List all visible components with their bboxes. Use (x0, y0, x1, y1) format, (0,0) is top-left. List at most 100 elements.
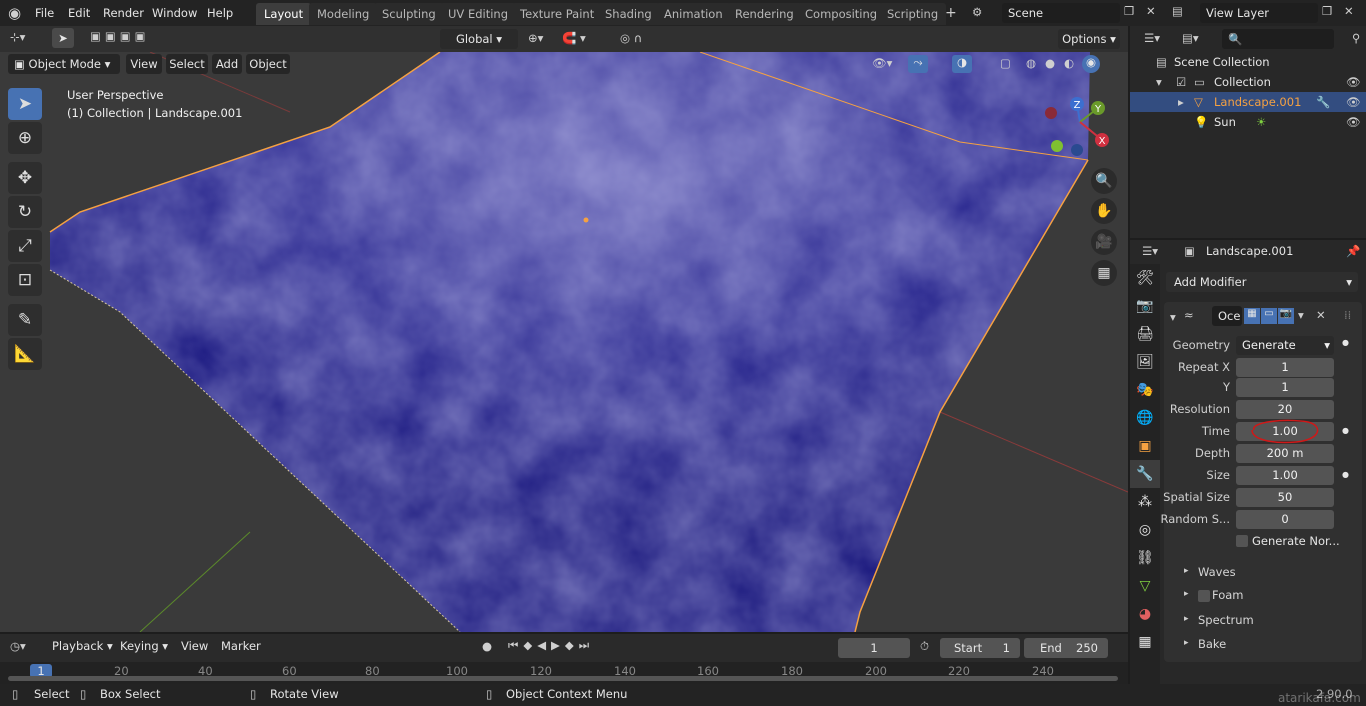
copy-view-layer-icon[interactable]: ❐ (1322, 4, 1332, 18)
keying-menu[interactable]: Keying ▾ (120, 639, 168, 653)
record-icon[interactable]: ● (482, 639, 492, 653)
view-menu[interactable]: View (126, 54, 162, 74)
tab-uv-editing[interactable]: UV Editing (440, 3, 516, 25)
pin-icon[interactable]: 📌 (1346, 244, 1360, 258)
select-box-tool-icon[interactable]: ➤ (8, 88, 42, 120)
tab-sculpting[interactable]: Sculpting (374, 3, 444, 25)
annotate-tool-icon[interactable]: ✎ (8, 304, 42, 336)
tab-rendering[interactable]: Rendering (727, 3, 802, 25)
ocean-mesh[interactable] (0, 52, 1128, 632)
keyframe-dot[interactable]: ● (1342, 470, 1349, 479)
proportional-edit-icon[interactable]: ◎ ∩ (620, 31, 642, 45)
eye-icon[interactable]: 👁 (1346, 92, 1361, 112)
playback-controls[interactable]: ⏮◆◀▶◆⏭ (508, 638, 594, 653)
eye-icon[interactable]: 👁 (1346, 72, 1361, 92)
marker-menu[interactable]: Marker (221, 639, 261, 653)
generate-normals-checkbox[interactable] (1236, 535, 1248, 547)
tab-animation[interactable]: Animation (656, 3, 731, 25)
outliner-search[interactable]: 🔍 (1222, 29, 1334, 49)
blender-logo-icon[interactable]: ◉ (8, 4, 21, 22)
tab-compositing[interactable]: Compositing (797, 3, 886, 25)
tab-scripting[interactable]: Scripting (879, 3, 947, 25)
xray-icon[interactable]: ▢ (1000, 56, 1011, 70)
scene-field[interactable]: Scene (1002, 3, 1120, 23)
add-workspace-icon[interactable]: + (945, 5, 957, 21)
remove-modifier-icon[interactable]: ✕ (1316, 308, 1326, 322)
cursor-tool-icon[interactable]: ⊕ (8, 122, 42, 154)
expand-icon[interactable]: ▾ (1156, 72, 1162, 92)
end-frame-field[interactable]: End 250 (1024, 638, 1108, 658)
tab-shading[interactable]: Shading (597, 3, 660, 25)
zoom-icon[interactable]: 🔍 (1091, 168, 1117, 194)
move-tool-icon[interactable]: ✥ (8, 162, 42, 194)
viewport-toggle-icon[interactable]: ▭ (1261, 308, 1277, 324)
spectrum-subpanel[interactable]: Spectrum (1198, 613, 1254, 627)
select-mode-icons[interactable]: ▣▣▣▣ (90, 29, 149, 43)
scene-icon[interactable]: ⚙ (972, 5, 982, 19)
size-field[interactable]: 1.00 (1236, 466, 1334, 485)
timeline-view-menu[interactable]: View (181, 639, 208, 653)
outliner-row-collection[interactable]: ▾ ☑ ▭ Collection 👁 (1130, 72, 1366, 92)
overlay-toggle-icon[interactable]: ◑ (952, 55, 972, 73)
transform-tool-icon[interactable]: ⊡ (8, 264, 42, 296)
tab-layout[interactable]: Layout (256, 3, 312, 25)
viewport-canvas[interactable]: Z Y X (0, 52, 1128, 632)
properties-editor-icon[interactable]: ☰▾ (1142, 244, 1158, 258)
collapse-modifier-icon[interactable]: ▾ (1170, 310, 1176, 324)
view-layer-icon[interactable]: ▤ (1172, 4, 1183, 18)
object-mode-dropdown[interactable]: ▣ Object Mode ▾ (8, 54, 120, 74)
add-modifier-dropdown[interactable]: Add Modifier ▾ (1166, 272, 1358, 292)
tab-texture-paint[interactable]: Texture Paint (512, 3, 603, 25)
menu-render[interactable]: Render (98, 4, 149, 22)
measure-tool-icon[interactable]: 📐 (8, 338, 42, 370)
visibility-icon[interactable]: 👁▾ (872, 56, 892, 70)
object-menu[interactable]: Object (246, 54, 290, 74)
current-frame-field[interactable]: 1 (838, 638, 910, 658)
close-scene-icon[interactable]: ✕ (1146, 4, 1156, 18)
display-mode-icon[interactable]: ▤▾ (1182, 31, 1199, 45)
material-shading-icon[interactable]: ◐ (1064, 56, 1074, 70)
pivot-icon[interactable]: ⊕▾ (528, 31, 543, 45)
menu-help[interactable]: Help (202, 4, 238, 22)
repeat-x-field[interactable]: 1 (1236, 358, 1334, 377)
spectrum-expand-icon[interactable]: ▸ (1184, 614, 1189, 624)
wireframe-shading-icon[interactable]: ◍ (1026, 56, 1036, 70)
copy-scene-icon[interactable]: ❐ (1124, 4, 1134, 18)
keyframe-dot[interactable]: ● (1342, 426, 1349, 435)
tool-tab-icon[interactable]: 🛠 (1130, 264, 1160, 292)
repeat-y-field[interactable]: 1 (1236, 378, 1334, 397)
ortho-grid-icon[interactable]: ▦ (1091, 260, 1117, 286)
rotate-tool-icon[interactable]: ↻ (8, 196, 42, 228)
geometry-dropdown[interactable]: Generate ▾ (1236, 336, 1334, 355)
timeline-scrollbar[interactable] (8, 676, 1118, 681)
checkbox-icon[interactable]: ☑ (1176, 72, 1186, 92)
3d-viewport[interactable]: Z Y X ▣ Object Mode ▾ View Select Add Ob… (0, 52, 1128, 632)
resolution-field[interactable]: 20 (1236, 400, 1334, 419)
add-menu[interactable]: Add (212, 54, 242, 74)
start-frame-field[interactable]: Start 1 (940, 638, 1020, 658)
close-view-layer-icon[interactable]: ✕ (1344, 4, 1354, 18)
spatial-size-field[interactable]: 50 (1236, 488, 1334, 507)
waves-subpanel[interactable]: Waves (1198, 565, 1236, 579)
snap-icon[interactable]: 🧲 ▾ (562, 31, 586, 45)
render-tab-icon[interactable]: 📷 (1130, 292, 1160, 320)
pan-hand-icon[interactable]: ✋ (1091, 198, 1117, 224)
rendered-shading-icon[interactable]: ◉ (1082, 55, 1100, 73)
depth-field[interactable]: 200 m (1236, 444, 1334, 463)
menu-edit[interactable]: Edit (63, 4, 95, 22)
select-menu[interactable]: Select (166, 54, 208, 74)
select-tool-icon[interactable]: ➤ (52, 28, 74, 48)
render-toggle-icon[interactable]: 📷 (1278, 308, 1294, 324)
outliner-row-scene-collection[interactable]: ▤ Scene Collection (1130, 52, 1366, 72)
playback-menu[interactable]: Playback ▾ (52, 639, 113, 653)
view-layer-field[interactable]: View Layer (1200, 3, 1318, 23)
menu-window[interactable]: Window (147, 4, 202, 22)
outliner-editor-icon[interactable]: ☰▾ (1144, 31, 1160, 45)
editmode-toggle-icon[interactable]: ▦ (1244, 308, 1260, 324)
editor-type-icon[interactable]: ⊹▾ (10, 30, 25, 44)
scale-tool-icon[interactable]: ⤢ (8, 230, 42, 262)
timeline-editor-icon[interactable]: ◷▾ (10, 639, 26, 653)
foam-expand-icon[interactable]: ▸ (1184, 589, 1189, 599)
transform-orientation[interactable]: Global ▾ (440, 29, 518, 49)
keyframe-dot[interactable]: ● (1342, 338, 1349, 347)
